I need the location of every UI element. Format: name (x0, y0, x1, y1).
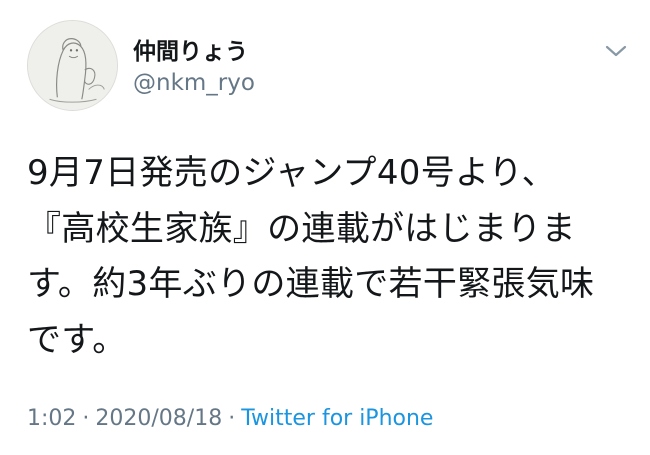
tweet-time[interactable]: 1:02 (27, 406, 76, 431)
meta-separator: · (82, 406, 90, 431)
display-name[interactable]: 仲間りょう (133, 38, 248, 66)
tweet: 仲間りょう @nkm_ryo 9月7日発売のジャンプ40号より、 『高校生家族』… (0, 0, 650, 455)
tweet-source-link[interactable]: Twitter for iPhone (241, 406, 433, 431)
tweet-line: す。約3年ぶりの連載で若干緊張気味 (27, 264, 595, 304)
meta-separator: · (228, 406, 236, 431)
avatar-illustration-icon (28, 21, 117, 110)
tweet-line: 9月7日発売のジャンプ40号より、 (27, 153, 556, 193)
tweet-date[interactable]: 2020/08/18 (95, 406, 222, 431)
chevron-down-icon[interactable] (604, 42, 628, 60)
tweet-meta: 1:02 · 2020/08/18 · Twitter for iPhone (27, 404, 433, 434)
tweet-line: です。 (27, 319, 127, 360)
tweet-text: 9月7日発売のジャンプ40号より、 『高校生家族』の連載がはじまりま す。約3年… (27, 146, 627, 368)
tweet-line: 『高校生家族』の連載がはじまりま (27, 208, 576, 249)
avatar[interactable] (27, 20, 118, 111)
user-handle[interactable]: @nkm_ryo (133, 69, 255, 97)
